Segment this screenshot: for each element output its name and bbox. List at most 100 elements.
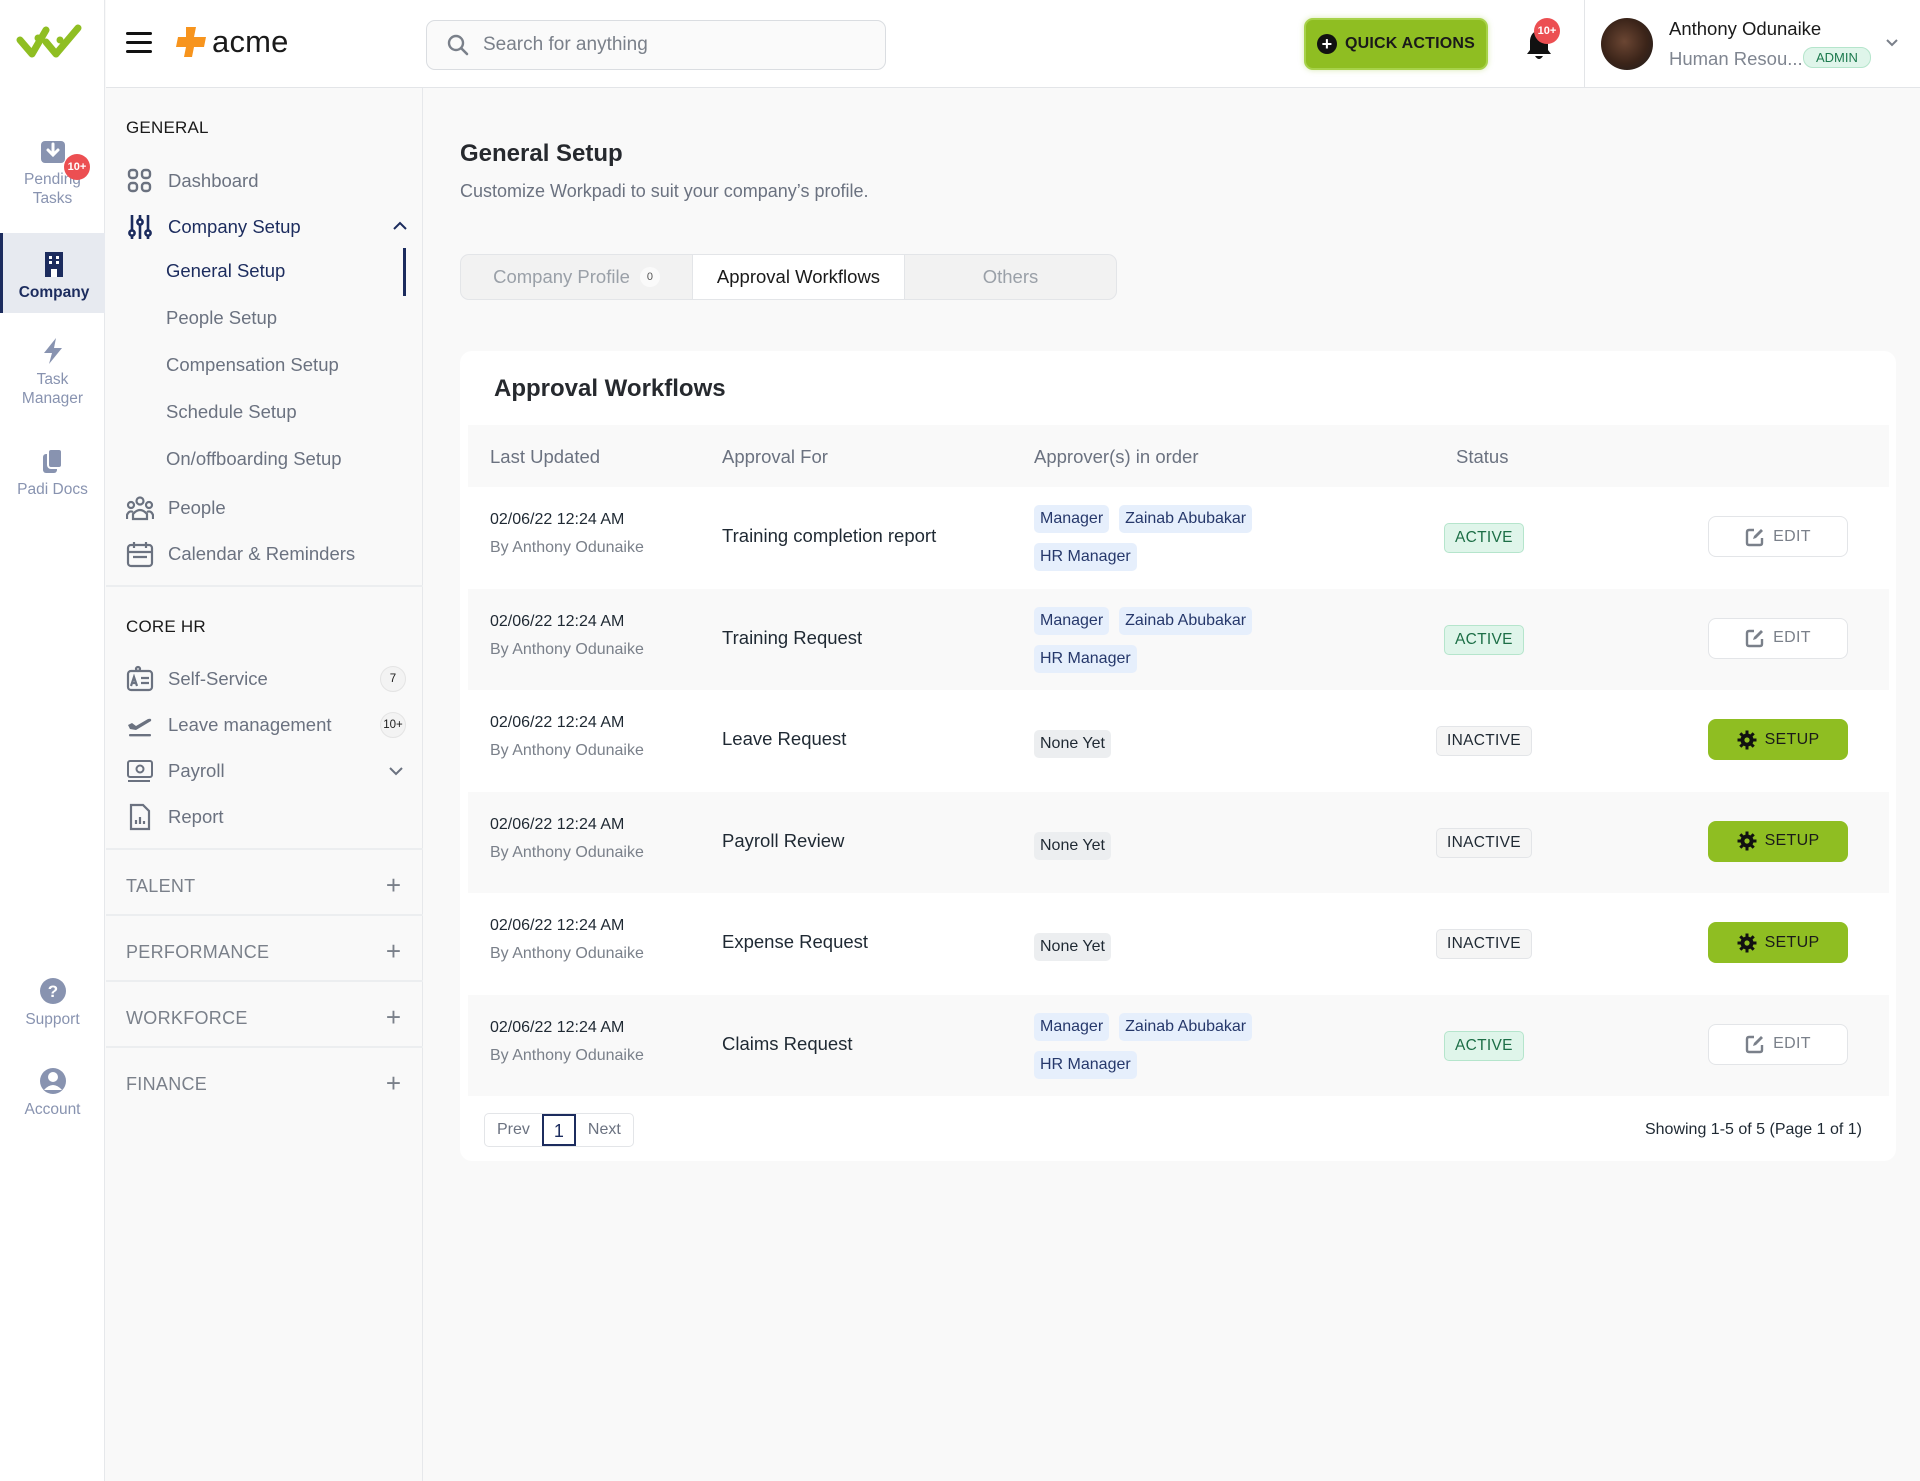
sidebar-item-calendar[interactable]: Calendar & Reminders: [126, 536, 406, 572]
rail-account[interactable]: Account: [0, 1066, 105, 1119]
column-header: Approval For: [722, 446, 828, 467]
edit-button[interactable]: EDIT: [1708, 617, 1848, 659]
column-header: Last Updated: [490, 446, 601, 467]
sidebar-item-people-setup[interactable]: People Setup: [166, 307, 277, 329]
last-updated-date: 02/06/22 12:24 AM: [490, 1018, 625, 1036]
last-updated-date: 02/06/22 12:24 AM: [490, 511, 625, 528]
rail-pending-tasks[interactable]: 10+ Pending Tasks: [0, 136, 105, 208]
sidebar-item-general-setup[interactable]: General Setup: [166, 260, 285, 282]
status-badge: INACTIVE: [1436, 827, 1532, 858]
nav-label: Self-Service: [168, 668, 268, 689]
approvers-list: Manager Zainab Abubakar HR Manager: [1034, 505, 1274, 571]
edit-button[interactable]: EDIT: [1708, 516, 1848, 557]
table-row: 02/06/22 12:24 AM By Anthony Odunaike Leav…: [468, 690, 1889, 791]
edit-button[interactable]: EDIT: [1708, 1023, 1848, 1065]
nav-label: Report: [168, 806, 224, 827]
approver-chip: Zainab Abubakar: [1119, 1012, 1253, 1041]
section-label: WORKFORCE: [126, 1008, 248, 1028]
workpadi-logo-icon: [16, 24, 82, 58]
rail-support[interactable]: ? Support: [0, 976, 105, 1029]
user-menu[interactable]: Anthony Odunaike Human Resou... ADMIN: [1584, 0, 1920, 88]
sidebar-item-company-setup[interactable]: Company Setup: [126, 209, 408, 245]
page-subtitle: Customize Workpadi to suit your company’…: [460, 181, 869, 201]
sidebar-item-compensation-setup[interactable]: Compensation Setup: [166, 354, 339, 376]
documents-icon: [42, 448, 63, 473]
quick-actions-button[interactable]: + QUICK ACTIONS: [1304, 18, 1488, 70]
prev-page-button[interactable]: Prev: [485, 1114, 542, 1146]
rail-padi-docs[interactable]: Padi Docs: [0, 446, 105, 499]
status-badge: ACTIVE: [1444, 624, 1524, 655]
tab-approval-workflows[interactable]: Approval Workflows: [692, 255, 905, 299]
avatar: [1601, 18, 1653, 70]
last-updated-date: 02/06/22 12:24 AM: [490, 714, 625, 731]
section-performance[interactable]: PERFORMANCE +: [106, 916, 423, 982]
status-badge: ACTIVE: [1444, 1030, 1524, 1061]
admin-badge: ADMIN: [1803, 47, 1871, 68]
sidebar-item-self-service[interactable]: Self-Service 7: [126, 661, 406, 697]
rail-label: Tasks: [32, 190, 73, 207]
notification-badge: 10+: [1534, 18, 1560, 44]
airplane-departure-icon: [128, 718, 152, 737]
setup-button[interactable]: SETUP: [1708, 820, 1848, 862]
approver-chip: None Yet: [1034, 831, 1111, 860]
search-input[interactable]: [483, 34, 863, 56]
section-finance[interactable]: FINANCE +: [106, 1048, 423, 1114]
last-updated-date: 02/06/22 12:24 AM: [490, 917, 625, 934]
setup-button[interactable]: SETUP: [1708, 719, 1848, 760]
report-icon: [129, 803, 151, 831]
rail-label: Pending: [24, 171, 81, 188]
approval-for: Leave Request: [722, 728, 847, 749]
approver-chip: Manager: [1034, 606, 1110, 635]
last-updated-date: 02/06/22 12:24 AM: [490, 612, 625, 630]
sidebar-item-people[interactable]: People: [126, 490, 406, 526]
rail-company[interactable]: Company: [0, 233, 105, 313]
sidebar-item-leave-management[interactable]: Leave management 10+: [126, 707, 406, 743]
search-bar[interactable]: [426, 20, 886, 70]
approver-chip: None Yet: [1034, 933, 1111, 961]
page-1-button[interactable]: 1: [541, 1114, 576, 1146]
approver-chip: Zainab Abubakar: [1119, 505, 1253, 533]
approver-chip: HR Manager: [1034, 1050, 1137, 1079]
nav-label: Leave management: [168, 714, 332, 735]
left-rail: 10+ Pending Tasks Company Task Manager P…: [0, 0, 105, 1481]
sidebar-item-onoffboarding-setup[interactable]: On/offboarding Setup: [166, 448, 342, 470]
plus-icon[interactable]: +: [386, 1070, 401, 1096]
plus-icon[interactable]: +: [386, 1004, 401, 1030]
chevron-down-icon[interactable]: [1885, 38, 1899, 48]
rail-badge: 10+: [64, 154, 90, 180]
rail-task-manager[interactable]: Task Manager: [0, 336, 105, 408]
updated-by: By Anthony Odunaike: [490, 742, 644, 759]
user-name: Anthony Odunaike: [1669, 18, 1822, 39]
chevron-down-icon[interactable]: [388, 766, 404, 776]
section-label: FINANCE: [126, 1074, 208, 1094]
updated-by: By Anthony Odunaike: [490, 640, 644, 658]
approver-chip: Manager: [1034, 505, 1110, 533]
sidebar-item-report[interactable]: Report: [126, 799, 406, 835]
tab-others[interactable]: Others: [905, 255, 1116, 299]
money-icon: [127, 760, 153, 782]
nav-label: People: [168, 497, 226, 518]
plus-icon[interactable]: +: [386, 872, 401, 898]
sidebar-item-schedule-setup[interactable]: Schedule Setup: [166, 401, 297, 423]
next-page-button[interactable]: Next: [576, 1114, 633, 1146]
sidebar-item-payroll[interactable]: Payroll: [126, 753, 406, 789]
section-talent[interactable]: TALENT +: [106, 850, 423, 916]
plus-icon[interactable]: +: [386, 938, 401, 964]
pagination-summary: Showing 1-5 of 5 (Page 1 of 1): [1644, 1121, 1862, 1138]
pagination: Prev 1 Next: [484, 1113, 634, 1147]
menu-icon[interactable]: [126, 32, 152, 54]
setup-button[interactable]: SETUP: [1708, 922, 1848, 963]
tab-bar: Company Profile 0 Approval Workflows Oth…: [460, 254, 1117, 300]
last-updated-date: 02/06/22 12:24 AM: [490, 815, 625, 833]
section-workforce[interactable]: WORKFORCE +: [106, 982, 423, 1048]
approver-chip: HR Manager: [1034, 543, 1137, 571]
updated-by: By Anthony Odunaike: [490, 843, 644, 861]
tab-company-profile[interactable]: Company Profile 0: [461, 255, 692, 299]
chevron-up-icon[interactable]: [392, 221, 408, 231]
plus-circle-icon: +: [1316, 34, 1337, 54]
approval-for: Claims Request: [722, 1032, 853, 1054]
grid-icon: [127, 168, 152, 193]
approvers-list: Manager Zainab Abubakar HR Manager: [1034, 1012, 1274, 1079]
help-circle-icon: ?: [39, 978, 66, 1004]
sidebar-item-dashboard[interactable]: Dashboard: [126, 163, 406, 199]
